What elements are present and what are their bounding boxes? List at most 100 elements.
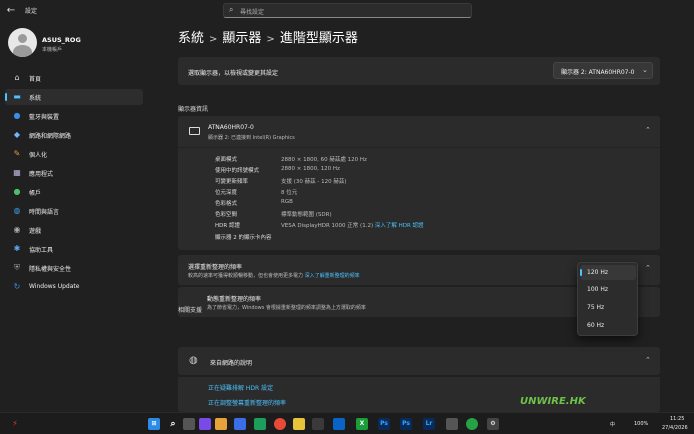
sidebar-item-gaming[interactable]: ◉ 遊戲 — [5, 222, 143, 238]
breadcrumb-system[interactable]: 系統 — [178, 31, 204, 46]
battery-percent[interactable]: 100% — [634, 421, 648, 427]
store-icon[interactable] — [215, 418, 227, 430]
files-icon[interactable] — [183, 418, 195, 430]
accessibility-icon: ✱ — [13, 244, 21, 253]
sidebar-item-accessibility[interactable]: ✱ 協助工具 — [5, 241, 143, 257]
info-value: 2880 × 1800, 120 Hz — [281, 166, 340, 172]
device-name: ATNA60HR07-0 — [208, 124, 254, 131]
info-value: 標準動態範圍 (SDR) — [281, 212, 332, 218]
folder-icon[interactable] — [293, 418, 305, 430]
breadcrumb-separator: > — [209, 34, 218, 45]
xbox-icon[interactable]: X — [356, 418, 368, 430]
main-content: 系統 > 顯示器 > 進階型顯示器 選取顯示器，以檢視或變更其設定 顯示器 2: ATN… — [170, 22, 670, 412]
search-input[interactable]: ⌕ 尋找設定 — [223, 3, 472, 18]
refresh-rate-desc: 較高的速率可獲得較順暢移動，但也會使用更多電力 深入了解重新整理的頻率 — [188, 272, 360, 279]
info-key: 可變更新頻率 — [215, 179, 249, 185]
help-link-hdr[interactable]: 正在疑難排解 HDR 設定 — [208, 383, 273, 392]
info-row: 位元深度 8 位元 — [215, 188, 655, 197]
edge-icon[interactable] — [234, 418, 246, 430]
bluetooth-icon: ● — [13, 111, 21, 120]
start-icon[interactable]: ⊞ — [148, 418, 160, 430]
sidebar-item-time-language[interactable]: ◍ 時間與語言 — [5, 203, 143, 219]
vscode-icon[interactable] — [333, 418, 345, 430]
sidebar-item-label: 藍牙與裝置 — [29, 114, 60, 121]
display-info-header[interactable]: ATNA60HR07-0 顯示器 2: 已連接到 Intel(R) Graphi… — [178, 116, 660, 148]
tray-lang[interactable]: 中 — [610, 421, 615, 428]
refresh-rate-desc-text: 較高的速率可獲得較順暢移動，但也會使用更多電力 — [188, 273, 304, 279]
refresh-rate-learn-more-link[interactable]: 深入了解重新整理的頻率 — [305, 273, 360, 279]
back-arrow-icon[interactable]: ← — [4, 4, 18, 18]
option-label: 60 Hz — [587, 322, 605, 329]
refresh-option-100[interactable]: 100 Hz — [580, 282, 636, 297]
sidebar-item-label: 時間與語言 — [29, 209, 60, 216]
photoshop-icon[interactable]: Ps — [378, 418, 390, 430]
help-card[interactable]: ◍ 來自網路的說明 ⌃ — [178, 347, 660, 375]
system-icon: ▬ — [13, 92, 21, 101]
sidebar-item-system[interactable]: ▬ 系統 — [5, 89, 143, 105]
sidebar-item-label: 遊戲 — [29, 228, 42, 235]
sidebar-item-label: 個人化 — [29, 152, 48, 159]
sidebar-item-bluetooth[interactable]: ● 藍牙與裝置 — [5, 108, 143, 124]
chrome-icon-2[interactable] — [274, 418, 286, 430]
lightroom-icon[interactable]: Lr — [423, 418, 435, 430]
network-icon: ◆ — [13, 130, 21, 139]
sidebar-item-privacy[interactable]: ⛨ 隱私權與安全性 — [5, 260, 143, 276]
info-key: 使用中的訊號模式 — [215, 168, 260, 174]
display-selector[interactable]: 顯示器 2: ATNA60HR07-0 ⌄ — [553, 62, 653, 79]
search-icon[interactable]: ⌕ — [167, 418, 179, 430]
gamepad-icon: ◉ — [13, 225, 21, 234]
refresh-rate-dropdown[interactable]: 120 Hz 100 Hz 75 Hz 60 Hz — [577, 262, 638, 336]
select-display-card: 選取顯示器，以檢視或變更其設定 顯示器 2: ATNA60HR07-0 ⌄ — [178, 57, 660, 85]
user-profile[interactable]: ASUS_ROG 本機帳戶 — [8, 28, 148, 58]
option-label: 100 Hz — [587, 286, 609, 293]
sidebar-item-home[interactable]: ⌂ 首頁 — [5, 70, 143, 86]
sidebar-item-apps[interactable]: ▦ 應用程式 — [5, 165, 143, 181]
account-icon: ● — [13, 187, 21, 196]
info-row: 色彩空間 標準動態範圍 (SDR) — [215, 210, 655, 219]
breadcrumb-display[interactable]: 顯示器 — [222, 31, 261, 46]
info-key: 桌面模式 — [215, 157, 238, 163]
clock-date[interactable]: 27/4/2026 — [662, 425, 688, 431]
app-icon-2[interactable] — [446, 418, 458, 430]
sidebar-item-personalization[interactable]: ✎ 個人化 — [5, 146, 143, 162]
sidebar-item-label: 協助工具 — [29, 247, 54, 254]
apps-icon: ▦ — [13, 168, 21, 177]
hdr-learn-more-link[interactable]: 深入了解 HDR 認證 — [375, 223, 424, 229]
sidebar-item-accounts[interactable]: ● 帳戶 — [5, 184, 143, 200]
sidebar-item-windows-update[interactable]: ↻ Windows Update — [5, 279, 143, 295]
refresh-option-120[interactable]: 120 Hz — [580, 265, 636, 280]
refresh-option-60[interactable]: 60 Hz — [580, 318, 636, 333]
info-key: 色彩格式 — [215, 201, 238, 207]
info-key: HDR 認證 — [215, 223, 240, 229]
search-placeholder: 尋找設定 — [240, 9, 265, 16]
sidebar-item-label: 首頁 — [29, 76, 42, 83]
settings-icon[interactable]: ⚙ — [487, 418, 499, 430]
refresh-rate-title: 選擇重新整理的頻率 — [188, 264, 243, 271]
info-value: 支援 (30 赫茲 - 120 赫茲) — [281, 179, 347, 185]
select-display-label: 選取顯示器，以檢視或變更其設定 — [188, 70, 279, 77]
sidebar-item-network[interactable]: ◆ 網路和網際網路 — [5, 127, 143, 143]
info-value: RGB — [281, 199, 293, 205]
sidebar-item-label: 系統 — [29, 95, 42, 102]
display-selector-value: 顯示器 2: ATNA60HR07-0 — [561, 69, 635, 76]
account-type: 本機帳戶 — [42, 47, 63, 53]
whatsapp-icon[interactable] — [466, 418, 478, 430]
clock-time[interactable]: 11:25 — [670, 416, 684, 422]
adapter-properties-link[interactable]: 顯示器 2 的顯示卡內容 — [215, 233, 272, 241]
help-link-refresh[interactable]: 正在調整螢幕重新整理的頻率 — [208, 398, 286, 407]
globe-icon: ◍ — [189, 355, 198, 366]
window-title: 設定 — [25, 8, 38, 15]
photoshop-icon-2[interactable]: Ps — [400, 418, 412, 430]
terminal-icon[interactable] — [312, 418, 324, 430]
display-info-card: ATNA60HR07-0 顯示器 2: 已連接到 Intel(R) Graphi… — [178, 116, 660, 250]
dynamic-refresh-desc: 為了節省電力，Windows 會根據重新整理的頻率調整為上方選取的頻率 — [207, 305, 366, 311]
app-icon[interactable] — [199, 418, 211, 430]
chrome-icon[interactable] — [254, 418, 266, 430]
dynamic-refresh-title: 動態重新整理的頻率 — [207, 296, 262, 303]
option-label: 120 Hz — [587, 269, 609, 276]
watermark: UNWIRE.HK — [520, 396, 586, 407]
chevron-up-icon[interactable]: ⌃ — [645, 264, 651, 272]
rog-icon[interactable]: ⚡ — [9, 418, 21, 430]
sidebar-item-label: 帳戶 — [29, 190, 42, 197]
refresh-option-75[interactable]: 75 Hz — [580, 300, 636, 315]
